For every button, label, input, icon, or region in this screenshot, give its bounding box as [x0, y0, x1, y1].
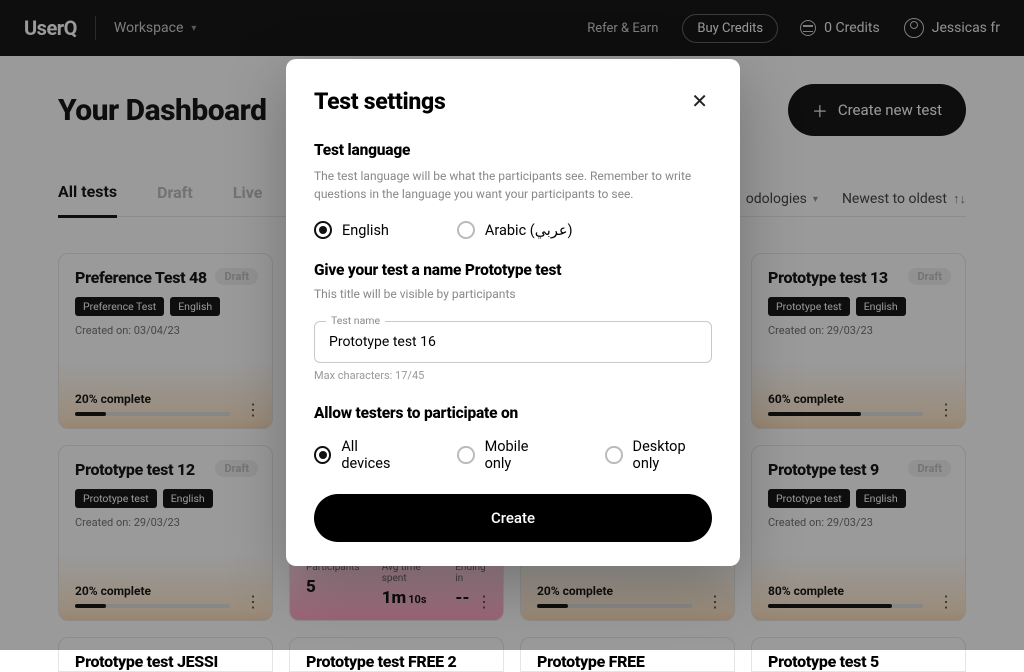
language-heading: Test language — [314, 141, 712, 159]
radio-icon — [457, 221, 475, 239]
radio-english[interactable]: English — [314, 221, 389, 239]
close-icon[interactable]: ✕ — [687, 85, 712, 117]
modal-title: Test settings — [314, 88, 445, 115]
radio-arabic[interactable]: Arabic (عربي) — [457, 221, 573, 239]
language-help: The test language will be what the parti… — [314, 167, 712, 203]
radio-mobile-only[interactable]: Mobile only — [457, 438, 555, 472]
radio-desktop-only[interactable]: Desktop only — [605, 438, 712, 472]
field-label: Test name — [326, 314, 385, 327]
radio-icon — [457, 446, 474, 464]
name-help: This title will be visible by participan… — [314, 285, 712, 303]
radio-icon — [314, 446, 331, 464]
char-counter: Max characters: 17/45 — [314, 369, 712, 382]
create-button[interactable]: Create — [314, 494, 712, 542]
devices-heading: Allow testers to participate on — [314, 404, 712, 422]
radio-icon — [314, 221, 332, 239]
name-heading: Give your test a name Prototype test — [314, 261, 712, 279]
radio-all-devices[interactable]: All devices — [314, 438, 407, 472]
test-settings-modal: Test settings ✕ Test language The test l… — [286, 59, 740, 566]
test-name-input[interactable] — [314, 321, 712, 363]
radio-icon — [605, 446, 622, 464]
